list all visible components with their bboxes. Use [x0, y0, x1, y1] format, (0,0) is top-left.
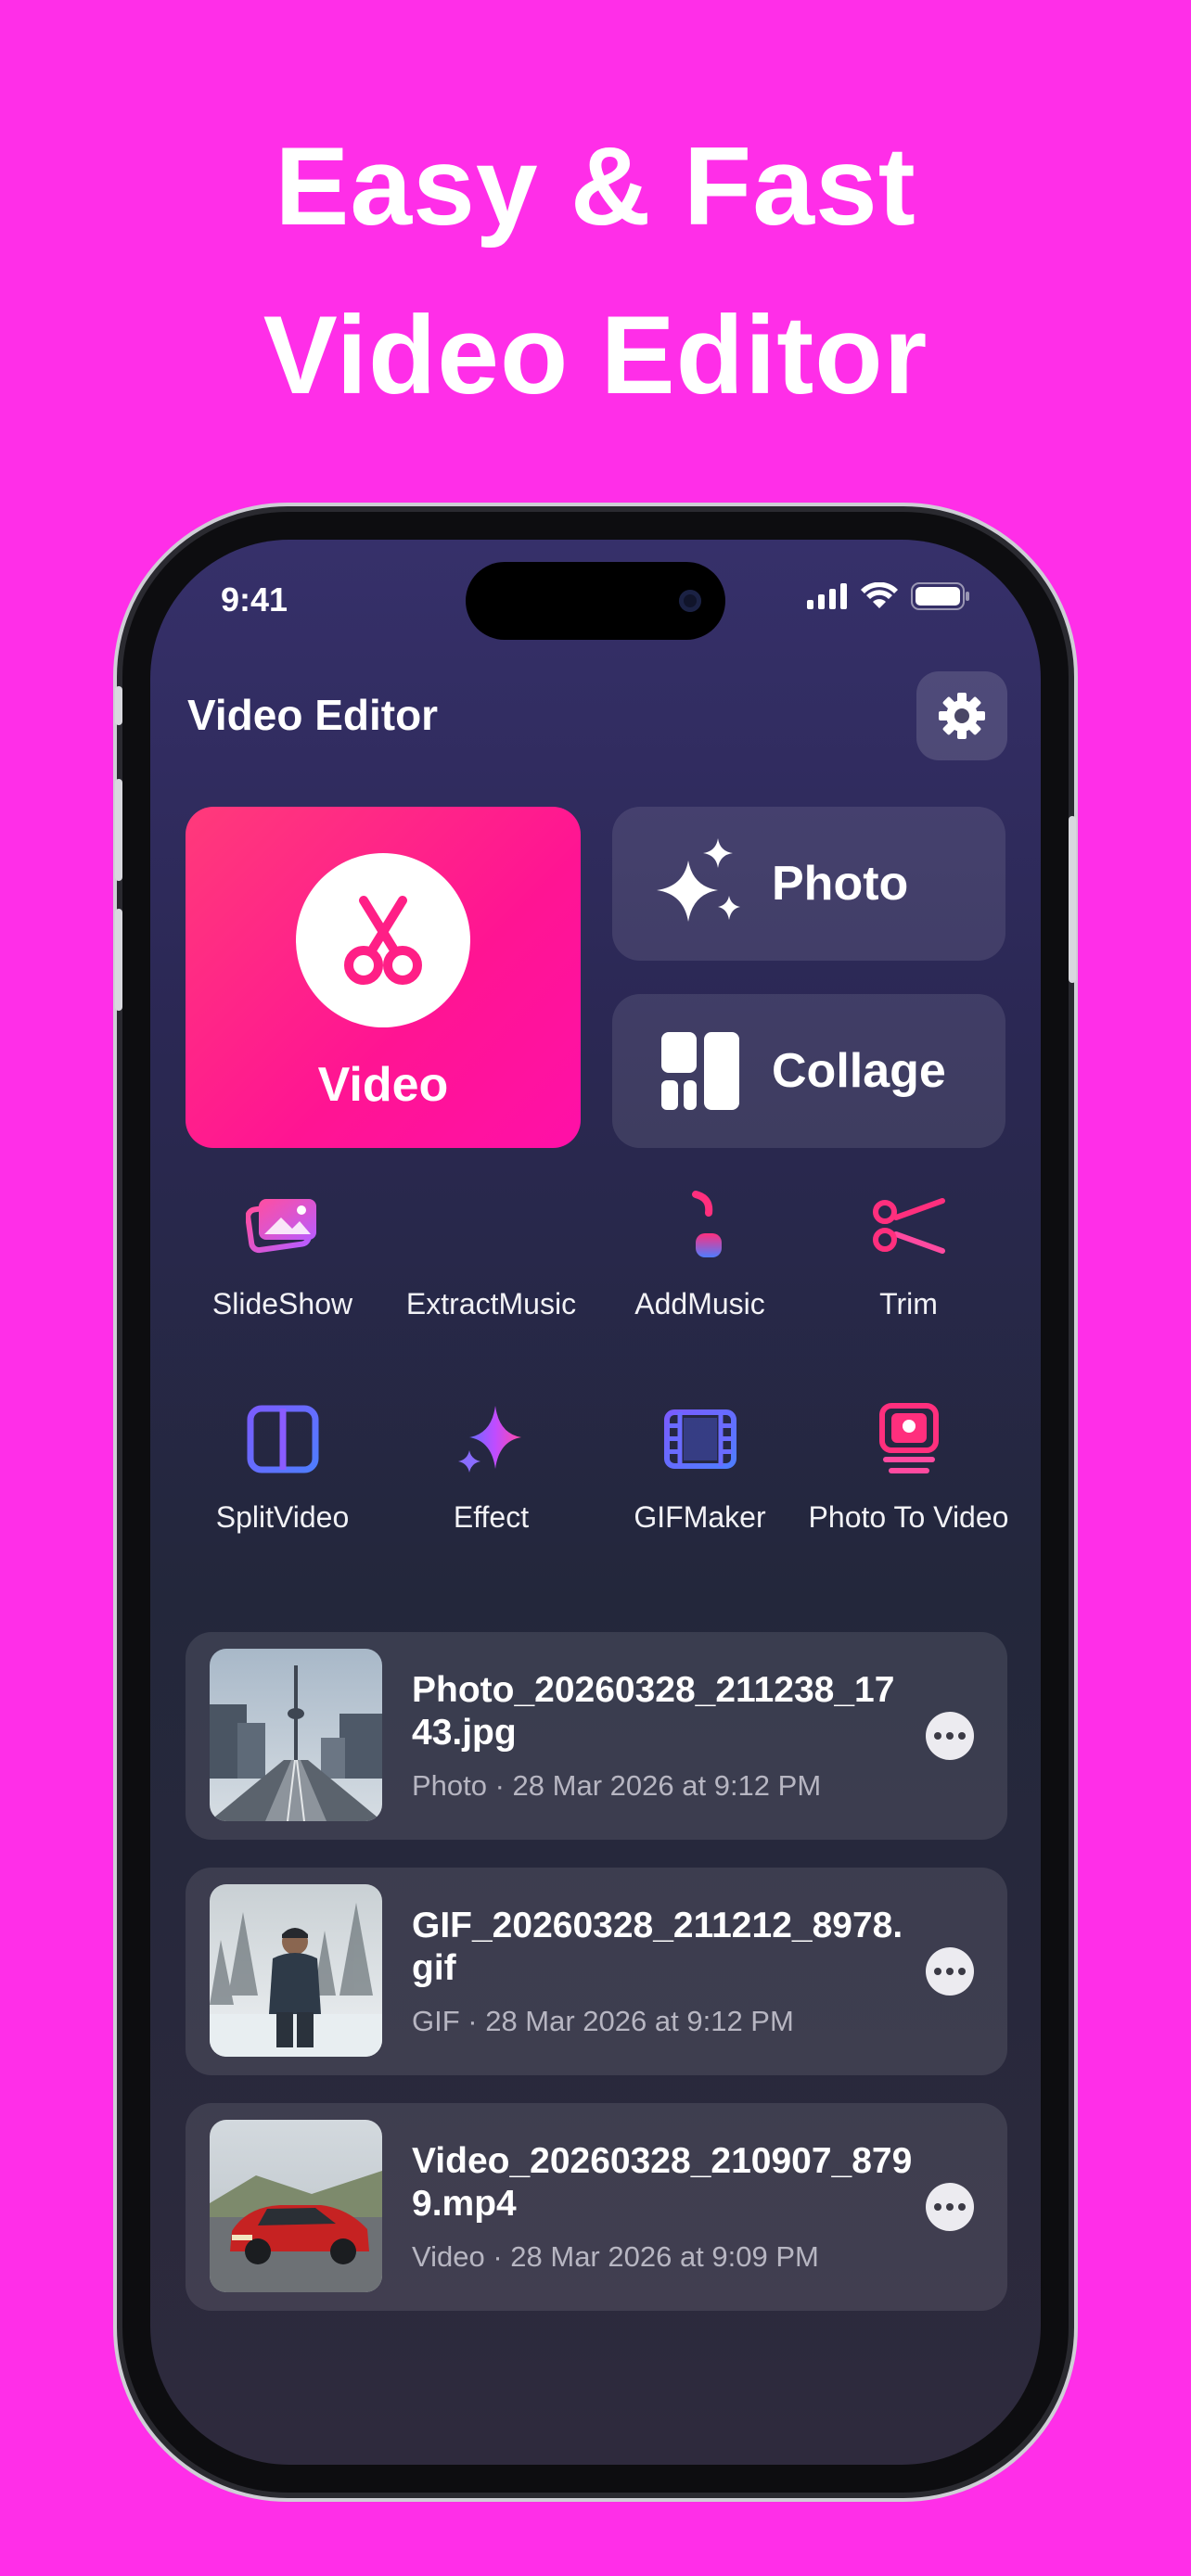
tool-extract-music-line1: Extract	[405, 1286, 499, 1320]
more-dot-icon	[934, 1968, 941, 1975]
split-icon	[246, 1402, 320, 1476]
phone-action-button	[115, 686, 122, 725]
more-dot-icon	[958, 2203, 966, 2211]
page-title: Video Editor	[187, 691, 439, 739]
photo-to-video-icon	[872, 1402, 946, 1476]
tool-slideshow-label: SlideShow	[211, 1286, 353, 1320]
file-meta: Video · 28 Mar 2026 at 9:09 PM	[412, 2240, 819, 2273]
photo-button[interactable]: Photo	[612, 807, 1005, 961]
file-name: Photo_20260328_211238_1743.jpg	[412, 1670, 895, 1753]
tool-split-video-label: Split Video	[178, 1480, 387, 1554]
tool-split-video-line2: Video	[273, 1499, 350, 1534]
settings-button[interactable]	[916, 671, 1007, 760]
promo-line-1: Easy & Fast	[275, 124, 916, 249]
more-options-button[interactable]	[926, 1947, 974, 1996]
tool-photo-to-video-label: Photo To Video	[808, 1499, 1009, 1534]
tool-gif-maker[interactable]: GIF Maker	[596, 1402, 804, 1554]
slideshow-icon	[245, 1189, 320, 1263]
file-meta: Photo · 28 Mar 2026 at 9:12 PM	[412, 1769, 822, 1802]
file-thumbnail-red-car	[210, 2120, 382, 2292]
sparkles-icon	[649, 833, 751, 935]
photo-label: Photo	[772, 857, 909, 911]
promo-line-2: Video Editor	[263, 293, 928, 417]
tool-extract-music-line2: Music	[498, 1286, 577, 1320]
video-icon-circle	[296, 853, 470, 1027]
film-icon	[663, 1402, 737, 1476]
dynamic-island	[466, 562, 725, 640]
scissors-icon	[872, 1189, 946, 1263]
status-time: 9:41	[221, 580, 288, 618]
wifi-icon	[861, 582, 898, 608]
music-note-icon	[663, 1189, 737, 1263]
camera-icon	[679, 590, 701, 612]
phone-power-button	[1069, 816, 1076, 983]
tool-add-music-label: Add Music	[596, 1267, 804, 1341]
more-options-button[interactable]	[926, 1712, 974, 1760]
tool-add-music-line1: Add	[634, 1286, 688, 1320]
waveform-icon	[455, 1189, 529, 1263]
tool-gif-maker-label: GIF Maker	[596, 1480, 804, 1554]
collage-label: Collage	[772, 1044, 946, 1098]
phone-volume-up	[115, 779, 122, 881]
app-screen: 9:41 Video Editor Video Photo Collage Sl…	[150, 540, 1041, 2465]
tool-split-video-line1: Split	[215, 1499, 274, 1534]
promo-headline: Easy & Fast Video Editor	[0, 102, 1191, 440]
tool-add-music-line2: Music	[687, 1286, 765, 1320]
file-thumbnail-city	[210, 1649, 382, 1821]
more-dot-icon	[958, 1732, 966, 1740]
scissors-icon	[344, 896, 422, 985]
gear-icon	[939, 693, 985, 739]
tool-trim-label: Trim	[879, 1286, 938, 1320]
tool-extract-music-label: Extract Music	[387, 1267, 596, 1341]
recent-file-card[interactable]: GIF_20260328_211212_8978.gif GIF · 28 Ma…	[186, 1868, 1007, 2075]
file-thumbnail-person-snow	[210, 1884, 382, 2057]
file-name: Video_20260328_210907_8799.mp4	[412, 2141, 913, 2224]
phone-volume-down	[115, 909, 122, 1011]
battery-icon	[911, 582, 969, 610]
tool-effect[interactable]: Effect	[387, 1402, 596, 1554]
tool-slideshow[interactable]: SlideShow	[178, 1189, 387, 1341]
file-meta: GIF · 28 Mar 2026 at 9:12 PM	[412, 2005, 794, 2037]
tool-split-video[interactable]: Split Video	[178, 1402, 387, 1554]
recent-file-card[interactable]: Photo_20260328_211238_1743.jpg Photo · 2…	[186, 1632, 1007, 1840]
more-options-button[interactable]	[926, 2183, 974, 2231]
more-dot-icon	[958, 1968, 966, 1975]
tool-gif-maker-line1: GIF	[634, 1499, 684, 1534]
more-dot-icon	[946, 2203, 954, 2211]
more-dot-icon	[946, 1968, 954, 1975]
recent-file-card[interactable]: Video_20260328_210907_8799.mp4 Video · 2…	[186, 2103, 1007, 2311]
tool-add-music[interactable]: Add Music	[596, 1189, 804, 1341]
video-button[interactable]: Video	[186, 807, 581, 1148]
more-dot-icon	[934, 2203, 941, 2211]
more-dot-icon	[934, 1732, 941, 1740]
tool-trim[interactable]: Trim	[804, 1189, 1013, 1341]
file-name: GIF_20260328_211212_8978.gif	[412, 1906, 903, 1988]
tool-gif-maker-line2: Maker	[683, 1499, 766, 1534]
collage-grid-icon	[649, 1020, 751, 1122]
video-label: Video	[317, 1058, 449, 1112]
sparkle-icon	[455, 1402, 529, 1476]
tool-extract-music[interactable]: Extract Music	[387, 1189, 596, 1341]
tool-photo-to-video[interactable]: Photo To Video	[804, 1402, 1013, 1554]
collage-button[interactable]: Collage	[612, 994, 1005, 1148]
tool-effect-label: Effect	[453, 1499, 530, 1534]
signal-icon	[807, 583, 847, 609]
more-dot-icon	[946, 1732, 954, 1740]
status-icons	[807, 582, 970, 610]
